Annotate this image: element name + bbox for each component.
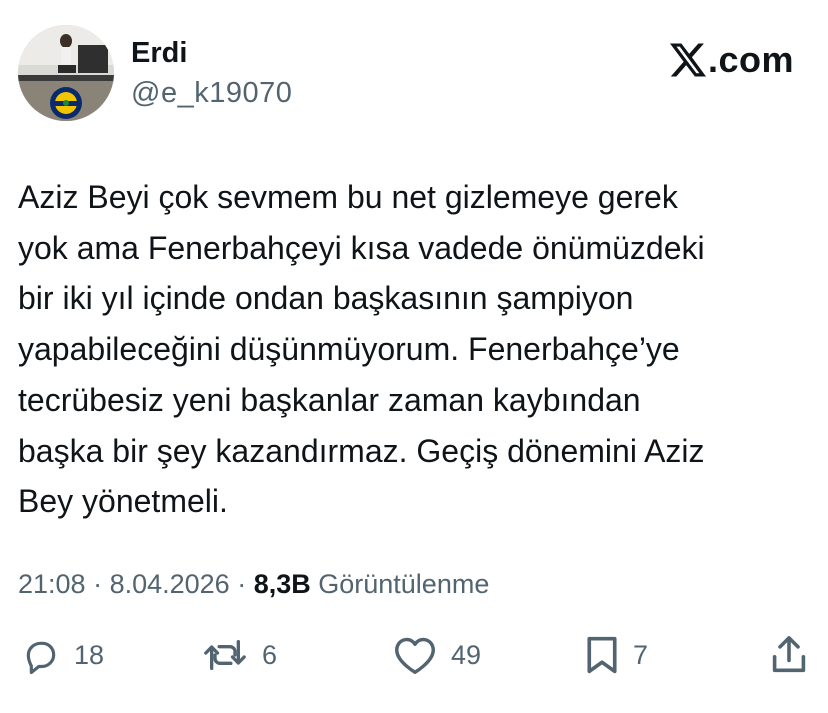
views-label: Görüntülenme	[310, 569, 490, 599]
author-display-name[interactable]: Erdi	[131, 36, 187, 70]
retweet-button[interactable]: 6	[202, 630, 277, 680]
brand-link[interactable]: .com	[669, 39, 794, 80]
reply-button[interactable]: 18	[20, 630, 104, 680]
meta-separator: ·	[85, 569, 110, 599]
heart-icon	[395, 637, 435, 674]
like-button[interactable]: 49	[393, 630, 481, 680]
bookmark-icon	[587, 636, 617, 674]
tweet-meta: 21:08 · 8.04.2026 · 8,3B Görüntülenme	[18, 566, 489, 602]
bookmark-count: 7	[633, 639, 649, 670]
like-count: 49	[451, 639, 482, 670]
brand-domain: .com	[707, 39, 794, 80]
reply-icon	[26, 641, 56, 675]
tweet-actions: 18 6 49 7	[0, 630, 828, 680]
tweet-date[interactable]: 8.04.2026	[110, 569, 230, 599]
retweet-icon	[204, 640, 246, 670]
views-count: 8,3B	[253, 569, 311, 599]
meta-separator: ·	[229, 569, 254, 599]
avatar-photo	[18, 25, 114, 121]
retweet-count: 6	[262, 639, 278, 670]
tweet-time[interactable]: 21:08	[18, 569, 86, 599]
tweet-text: Aziz Beyi çok sevmem bu net gizlemeye ge…	[18, 179, 705, 520]
author-avatar[interactable]	[18, 25, 114, 121]
reply-count: 18	[74, 639, 105, 670]
x-logo-icon	[669, 43, 706, 77]
author-handle[interactable]: @e_k19070	[131, 76, 292, 110]
bookmark-button[interactable]: 7	[585, 630, 648, 680]
share-button[interactable]	[771, 630, 807, 680]
share-icon	[772, 636, 806, 673]
